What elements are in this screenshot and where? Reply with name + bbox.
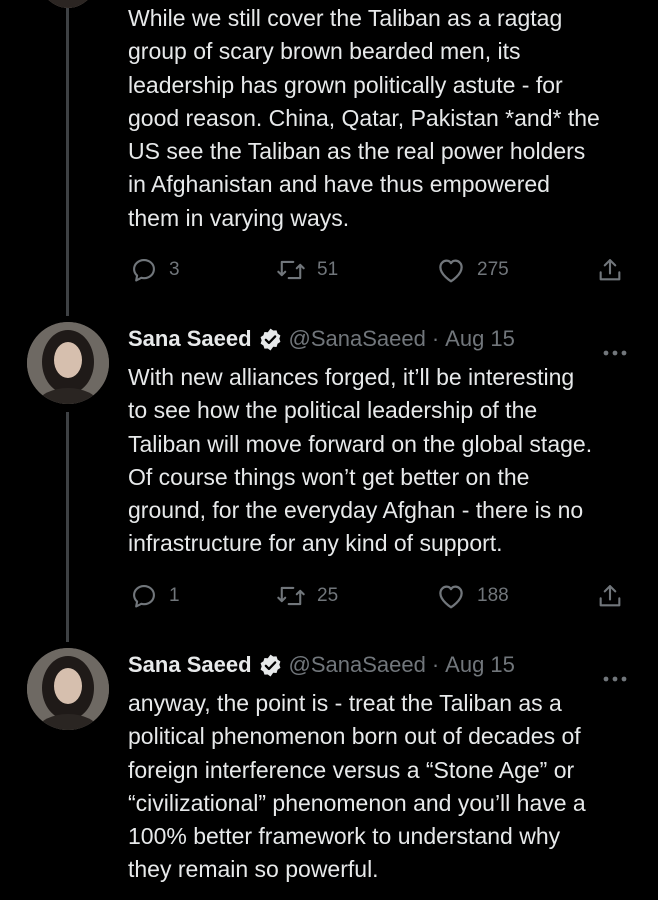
thread-line <box>66 0 69 316</box>
retweet-count: 51 <box>317 259 339 280</box>
retweet-icon <box>276 582 306 610</box>
avatar[interactable] <box>27 322 109 404</box>
verified-badge-icon <box>258 653 283 678</box>
retweet-button[interactable]: 51 <box>276 256 338 284</box>
display-name[interactable]: Sana Saeed <box>128 324 252 354</box>
tweet-actions: 3 51 275 <box>130 256 632 286</box>
reply-icon <box>130 582 158 610</box>
more-options-icon[interactable] <box>602 661 628 682</box>
retweet-icon <box>276 256 306 284</box>
tweet[interactable]: Sana Saeed @SanaSaeed · Aug 15 anyway, t… <box>128 650 632 887</box>
like-button[interactable]: 188 <box>436 582 509 610</box>
avatar[interactable] <box>27 648 109 730</box>
like-count: 275 <box>477 259 509 280</box>
tweet-header: Sana Saeed @SanaSaeed · Aug 15 <box>128 324 632 356</box>
heart-icon <box>436 582 466 610</box>
reply-button[interactable]: 3 <box>130 256 180 284</box>
retweet-button[interactable]: 25 <box>276 582 338 610</box>
tweet-actions: 1 25 188 <box>130 582 632 612</box>
tweet-text: While we still cover the Taliban as a ra… <box>128 5 600 231</box>
separator-dot: · <box>431 652 440 677</box>
share-button[interactable] <box>596 256 624 284</box>
reply-count: 1 <box>169 585 180 606</box>
reply-button[interactable]: 1 <box>130 582 180 610</box>
display-name[interactable]: Sana Saeed <box>128 650 252 680</box>
user-handle[interactable]: @SanaSaeed <box>289 324 426 354</box>
more-options-icon[interactable] <box>602 335 628 356</box>
tweet-text: anyway, the point is - treat the Taliban… <box>128 690 586 883</box>
avatar[interactable] <box>36 0 100 8</box>
like-count: 188 <box>477 585 509 606</box>
separator-dot: · <box>431 326 440 351</box>
tweet[interactable]: While we still cover the Taliban as a ra… <box>128 2 632 235</box>
share-icon <box>596 256 624 284</box>
retweet-count: 25 <box>317 585 339 606</box>
reply-icon <box>130 256 158 284</box>
tweet-header: Sana Saeed @SanaSaeed · Aug 15 <box>128 650 632 682</box>
tweet[interactable]: Sana Saeed @SanaSaeed · Aug 15 With new … <box>128 324 632 561</box>
user-handle[interactable]: @SanaSaeed <box>289 650 426 680</box>
reply-count: 3 <box>169 259 180 280</box>
tweet-text: With new alliances forged, it’ll be inte… <box>128 364 593 557</box>
share-button[interactable] <box>596 582 624 610</box>
thread-line <box>66 412 69 642</box>
tweet-date[interactable]: Aug 15 <box>445 650 515 680</box>
like-button[interactable]: 275 <box>436 256 509 284</box>
tweet-date[interactable]: Aug 15 <box>445 324 515 354</box>
verified-badge-icon <box>258 327 283 352</box>
heart-icon <box>436 256 466 284</box>
share-icon <box>596 582 624 610</box>
